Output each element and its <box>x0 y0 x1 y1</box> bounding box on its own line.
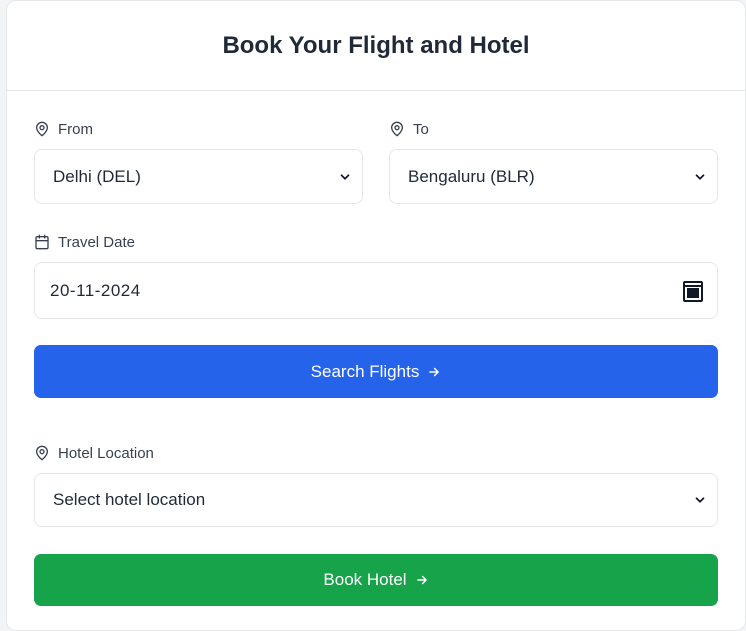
travel-date-label: Travel Date <box>34 231 718 253</box>
booking-form: From Delhi (DEL) To Bengaluru (BLR) Trav… <box>7 118 745 606</box>
from-label-text: From <box>58 120 93 138</box>
to-label-text: To <box>413 120 429 138</box>
travel-date-label-text: Travel Date <box>58 233 135 251</box>
map-pin-icon <box>391 121 403 137</box>
card-header: Book Your Flight and Hotel <box>7 1 745 91</box>
travel-date-input[interactable]: 20-11-2024 <box>34 262 718 319</box>
from-select-value: Delhi (DEL) <box>53 166 141 186</box>
book-hotel-label: Book Hotel <box>323 570 407 589</box>
travel-date-field: Travel Date 20-11-2024 <box>34 231 718 319</box>
chevron-down-icon <box>695 173 705 180</box>
booking-card: Book Your Flight and Hotel From Delhi (D… <box>6 0 746 631</box>
to-select-value: Bengaluru (BLR) <box>408 166 535 186</box>
hotel-location-select[interactable]: Select hotel location <box>34 473 718 527</box>
map-pin-icon <box>36 445 48 461</box>
hotel-location-label: Hotel Location <box>34 442 718 464</box>
book-hotel-button[interactable]: Book Hotel <box>34 554 718 606</box>
search-flights-label: Search Flights <box>310 361 420 381</box>
hotel-location-placeholder: Select hotel location <box>53 490 206 509</box>
to-label: To <box>389 118 718 140</box>
calendar-picker-icon[interactable] <box>681 279 705 303</box>
chevron-down-icon <box>695 497 705 503</box>
route-row: From Delhi (DEL) To Bengaluru (BLR) <box>34 118 718 204</box>
search-flights-button[interactable]: Search Flights <box>34 345 718 398</box>
calendar-icon <box>35 234 49 250</box>
hotel-location-label-text: Hotel Location <box>58 444 154 462</box>
from-field: From Delhi (DEL) <box>34 118 363 204</box>
page-title: Book Your Flight and Hotel <box>222 31 530 59</box>
from-label: From <box>34 118 363 140</box>
to-select[interactable]: Bengaluru (BLR) <box>389 149 718 204</box>
arrow-right-icon <box>416 575 427 585</box>
hotel-location-field: Hotel Location Select hotel location <box>34 442 718 527</box>
chevron-down-icon <box>340 173 350 180</box>
travel-date-value: 20-11-2024 <box>50 280 141 300</box>
map-pin-icon <box>36 121 48 137</box>
arrow-right-icon <box>429 367 440 376</box>
from-select[interactable]: Delhi (DEL) <box>34 149 363 204</box>
to-field: To Bengaluru (BLR) <box>389 118 718 204</box>
